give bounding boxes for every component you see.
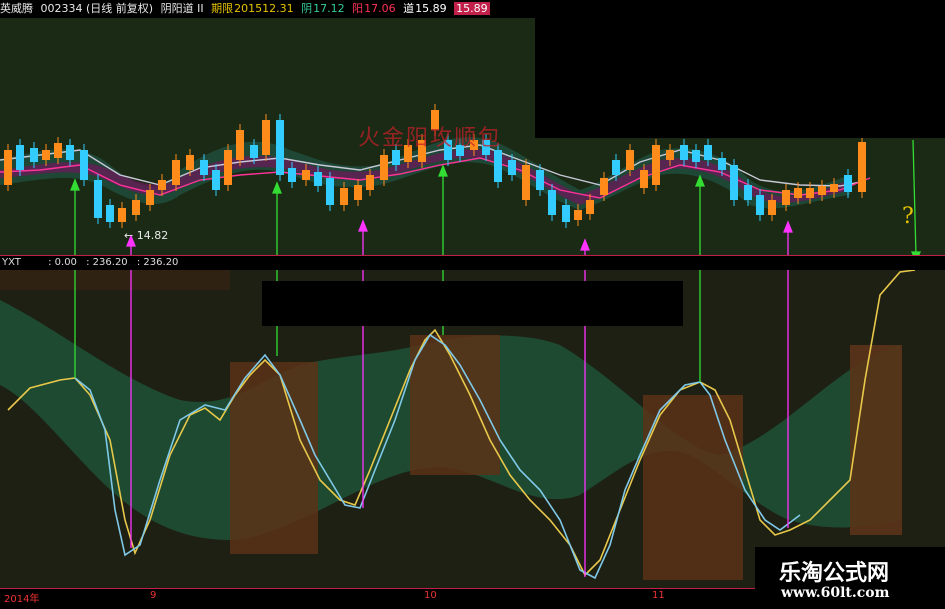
indicator-v3: 236.20 bbox=[143, 257, 179, 268]
candle bbox=[314, 172, 322, 186]
candle bbox=[536, 170, 544, 190]
candle bbox=[744, 185, 752, 200]
yang-value: 17.06 bbox=[364, 2, 396, 15]
candle bbox=[276, 120, 284, 175]
candle bbox=[236, 130, 244, 160]
candle bbox=[718, 158, 726, 170]
candle bbox=[548, 190, 556, 215]
brown-region-3 bbox=[643, 395, 743, 580]
candle bbox=[224, 150, 232, 185]
candle bbox=[508, 160, 516, 175]
candle bbox=[288, 168, 296, 182]
candle bbox=[302, 170, 310, 180]
period-label[interactable]: (日线 前复权) bbox=[86, 2, 153, 15]
candle bbox=[680, 145, 688, 160]
chart-header: 英威腾 002334 (日线 前复权) 阴阳道 II 期限201512.31 阴… bbox=[0, 0, 535, 18]
candle bbox=[574, 210, 582, 220]
indicator-v1: 0.00 bbox=[54, 257, 77, 268]
candle bbox=[118, 208, 126, 222]
candle bbox=[782, 190, 790, 205]
candle bbox=[212, 170, 220, 190]
brown-region-4 bbox=[850, 345, 902, 535]
candle bbox=[494, 150, 502, 182]
indicator-title[interactable]: YXT bbox=[2, 257, 21, 268]
candle bbox=[652, 145, 660, 185]
low-price-marker: ← 14.82 bbox=[124, 229, 169, 242]
dao-value: 15.89 bbox=[415, 2, 447, 15]
watermark-url: www.60lt.com bbox=[781, 585, 890, 601]
candle bbox=[806, 188, 814, 198]
indicator-v2: 236.20 bbox=[92, 257, 128, 268]
candle bbox=[172, 160, 180, 185]
yin-label: 阴 bbox=[301, 2, 313, 15]
candle bbox=[666, 150, 674, 160]
watermark-title: 乐淘公式网 bbox=[779, 560, 890, 586]
candle bbox=[366, 175, 374, 190]
low-price-value: 14.82 bbox=[136, 229, 169, 242]
candle bbox=[768, 200, 776, 215]
date-label: 期限 bbox=[211, 2, 234, 15]
candle bbox=[4, 150, 12, 185]
candle bbox=[30, 148, 38, 162]
dao-label: 道 bbox=[403, 2, 415, 15]
candle bbox=[756, 195, 764, 215]
candle bbox=[16, 145, 24, 170]
yang-label: 阳 bbox=[352, 2, 364, 15]
candle bbox=[830, 184, 838, 192]
candle bbox=[380, 155, 388, 180]
axis-year: 2014年 bbox=[4, 594, 40, 605]
candle bbox=[600, 178, 608, 195]
candle bbox=[106, 205, 114, 222]
last-value: 15.89 bbox=[454, 2, 490, 15]
candle bbox=[200, 160, 208, 175]
candle bbox=[858, 142, 866, 192]
candle bbox=[818, 186, 826, 195]
brown-region-2 bbox=[410, 335, 500, 475]
brown-region-1 bbox=[230, 362, 318, 554]
candle bbox=[586, 200, 594, 214]
indicator-bar: YXT : 0.00 : 236.20 : 236.20 bbox=[0, 256, 945, 270]
candle bbox=[54, 143, 62, 158]
date-value: 201512.31 bbox=[234, 2, 294, 15]
brown-top-strip bbox=[0, 270, 230, 290]
yin-value: 17.12 bbox=[313, 2, 345, 15]
candle bbox=[640, 170, 648, 188]
candle bbox=[392, 150, 400, 165]
candle bbox=[262, 120, 270, 155]
blacked-out-region bbox=[535, 0, 945, 138]
watermark: 乐淘公式网 www.60lt.com bbox=[755, 547, 945, 609]
stock-name[interactable]: 英威腾 bbox=[0, 2, 33, 15]
axis-month-10: 10 bbox=[424, 590, 437, 601]
stock-code: 002334 bbox=[40, 2, 83, 15]
candle bbox=[612, 160, 620, 175]
candle bbox=[704, 145, 712, 160]
panel-divider bbox=[0, 255, 945, 256]
indicator-name: 阴阳道 II bbox=[160, 2, 204, 15]
candle bbox=[340, 188, 348, 205]
candle bbox=[692, 150, 700, 162]
candle bbox=[158, 180, 166, 190]
axis-month-9: 9 bbox=[150, 590, 157, 601]
candle bbox=[42, 150, 50, 160]
candle bbox=[844, 175, 852, 192]
candle bbox=[354, 185, 362, 200]
candle bbox=[562, 205, 570, 222]
candle bbox=[146, 190, 154, 205]
question-mark: ? bbox=[902, 204, 914, 229]
axis-month-11: 11 bbox=[652, 590, 665, 601]
candle bbox=[794, 188, 802, 198]
candle bbox=[94, 180, 102, 218]
candle bbox=[626, 150, 634, 170]
overlay-text: 火金阳攻顺包 bbox=[358, 126, 503, 151]
candle bbox=[80, 150, 88, 180]
candle bbox=[730, 165, 738, 200]
candle bbox=[250, 145, 258, 158]
candle bbox=[326, 178, 334, 205]
candle bbox=[186, 155, 194, 170]
redacted-box bbox=[262, 281, 683, 326]
candle bbox=[132, 200, 140, 215]
candle bbox=[522, 165, 530, 200]
candle bbox=[66, 145, 74, 160]
